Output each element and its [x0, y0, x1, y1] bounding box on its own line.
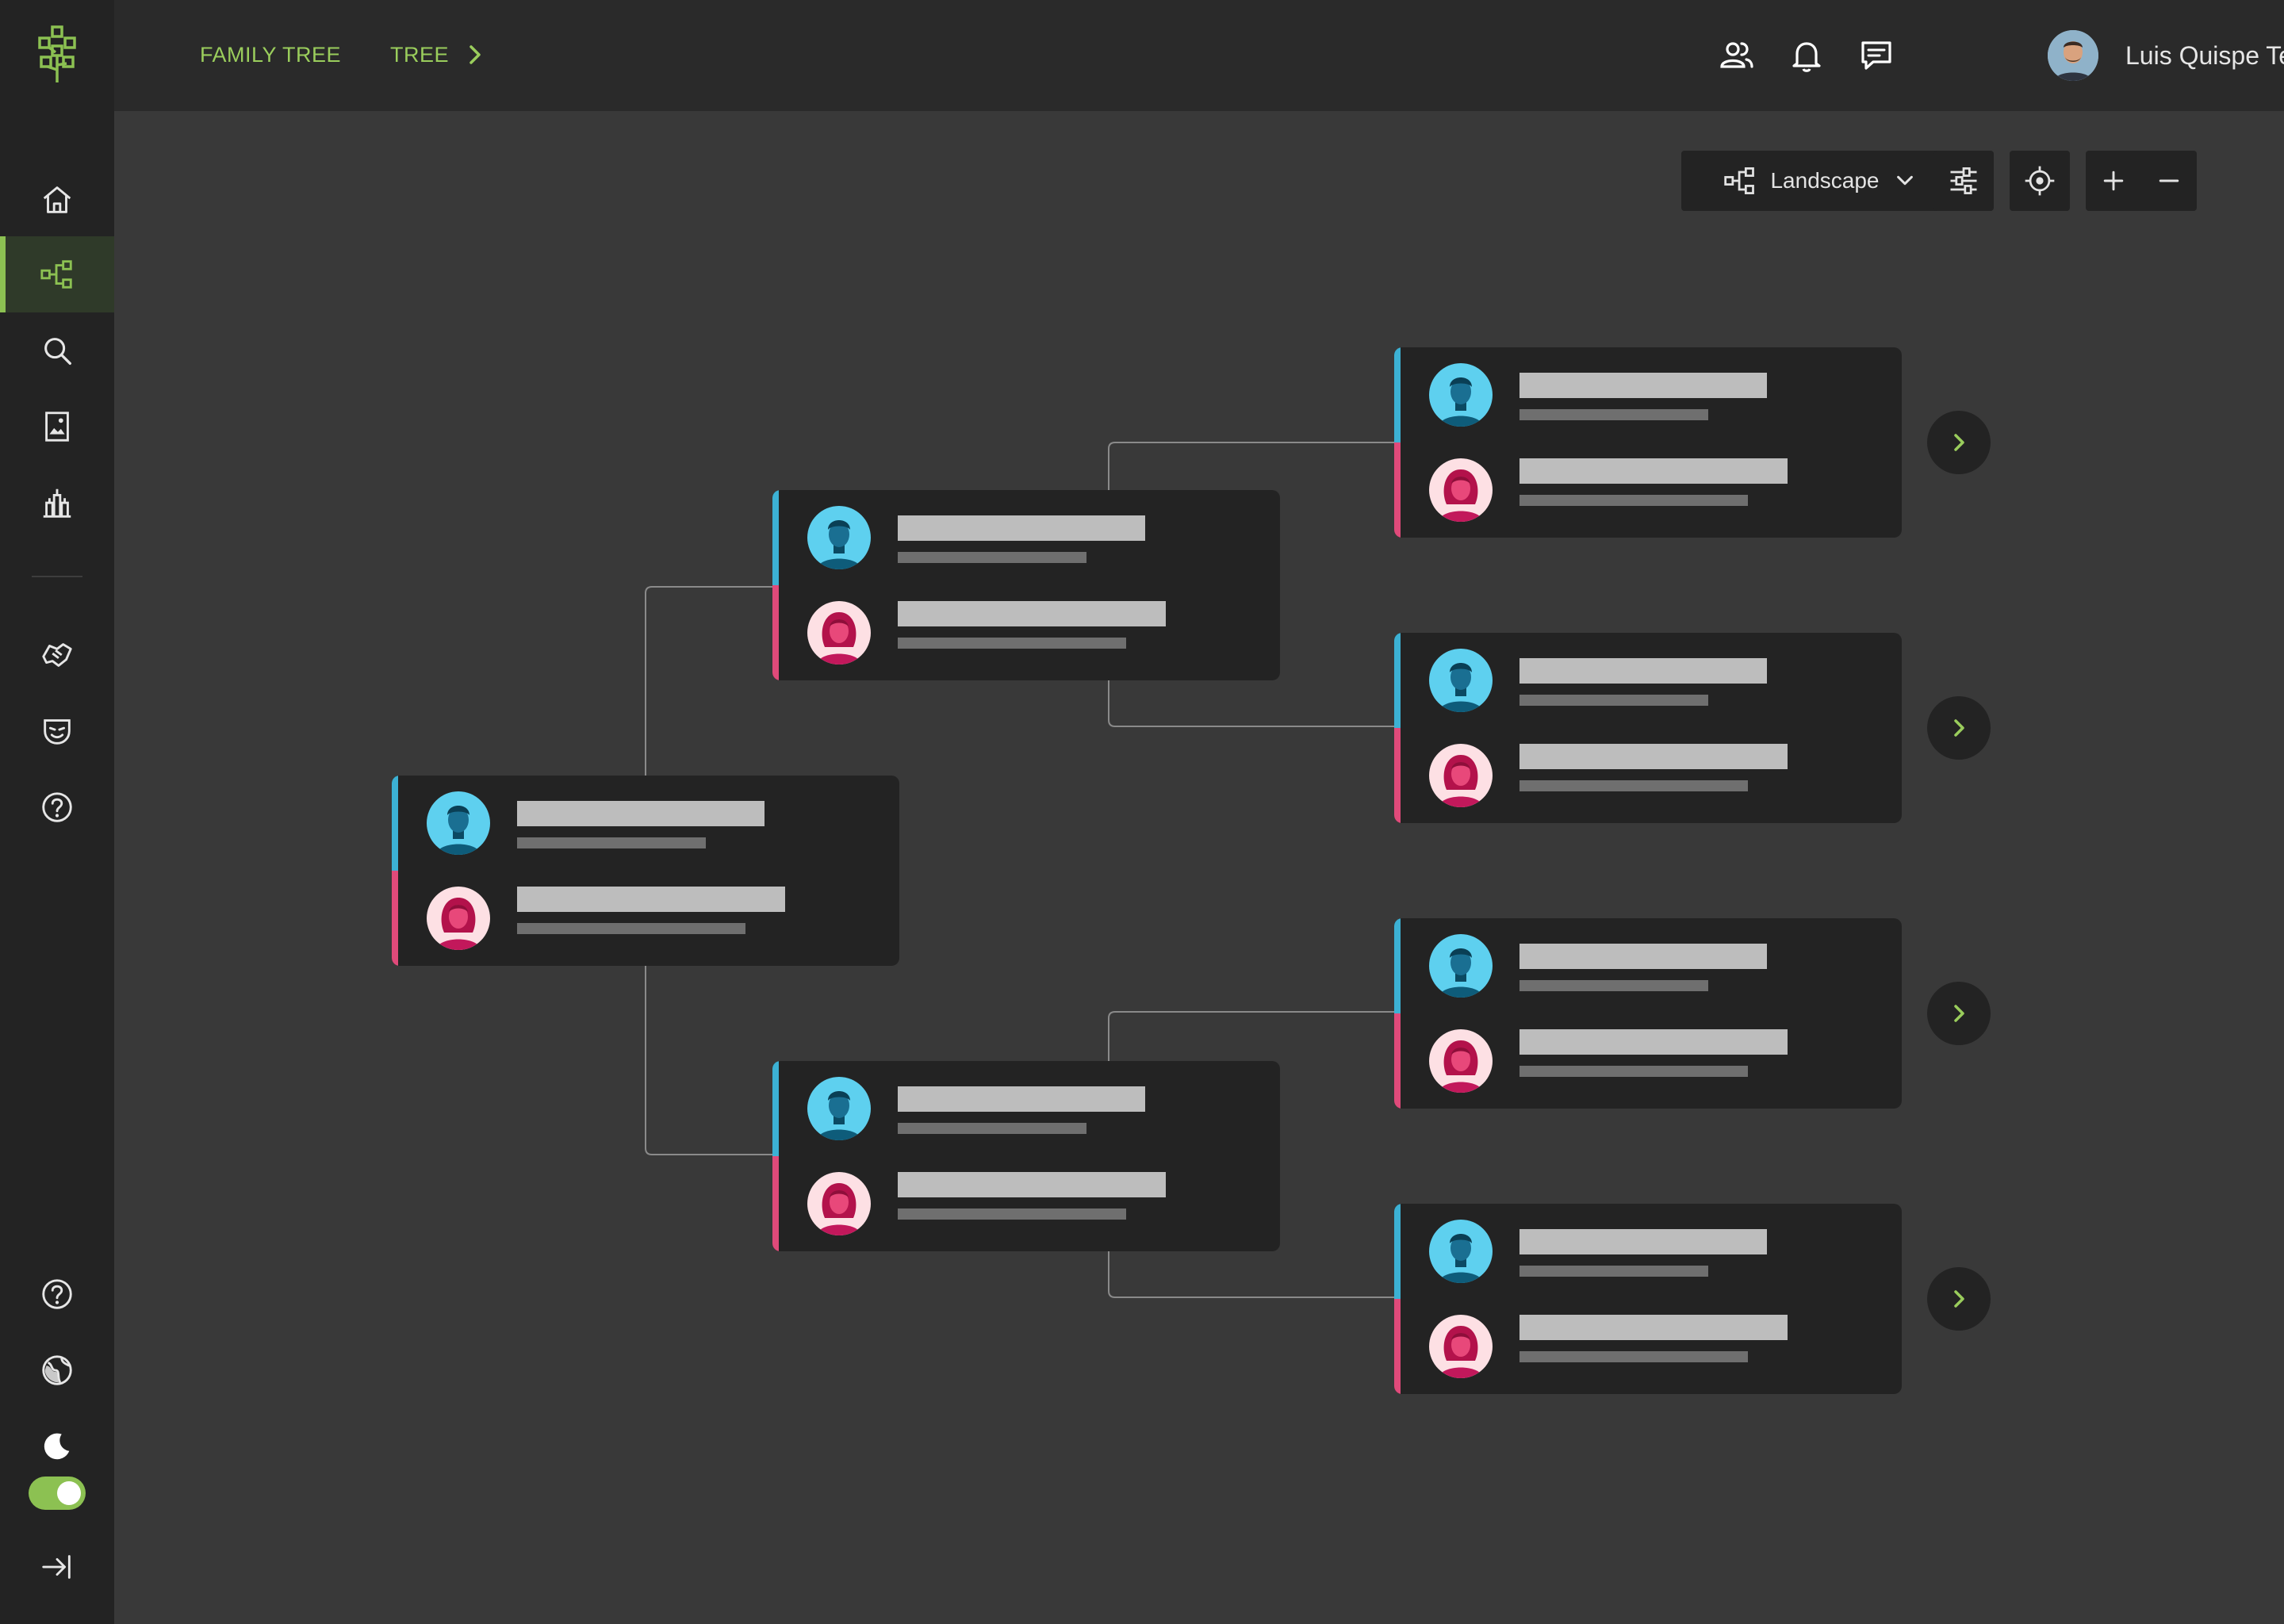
chevron-right-icon: [1954, 1005, 1964, 1022]
name-placeholder: [517, 801, 765, 826]
dates-placeholder: [1519, 409, 1708, 420]
chevron-right-icon: [1954, 719, 1964, 737]
female-avatar-icon: [807, 1172, 871, 1235]
female-avatar-icon: [427, 887, 490, 950]
male-avatar-icon: [807, 506, 871, 569]
person-row-female[interactable]: [1394, 1299, 1902, 1394]
person-row-male[interactable]: [1394, 633, 1902, 728]
name-placeholder: [1519, 658, 1767, 684]
female-avatar-icon: [1429, 458, 1493, 522]
dates-placeholder: [1519, 1351, 1748, 1362]
person-row-male[interactable]: [1394, 918, 1902, 1013]
tree-connectors: [645, 442, 1396, 1298]
male-avatar-icon: [1429, 363, 1493, 427]
person-row-female[interactable]: [1394, 442, 1902, 538]
expand-generation-button[interactable]: [1927, 1267, 1991, 1331]
person-row-male[interactable]: [392, 776, 899, 871]
person-row-female[interactable]: [1394, 728, 1902, 823]
name-placeholder: [1519, 1229, 1767, 1254]
couple-card[interactable]: [1394, 633, 1902, 823]
couple-card[interactable]: [772, 490, 1280, 680]
couple-card[interactable]: [1394, 1204, 1902, 1394]
female-avatar-icon: [807, 601, 871, 665]
dates-placeholder: [898, 1208, 1126, 1220]
person-row-female[interactable]: [772, 1156, 1280, 1251]
name-placeholder: [517, 887, 785, 912]
female-avatar-icon: [1429, 1029, 1493, 1093]
name-placeholder: [1519, 744, 1788, 769]
name-placeholder: [898, 601, 1166, 626]
dates-placeholder: [1519, 780, 1748, 791]
male-avatar-icon: [427, 791, 490, 855]
dates-placeholder: [1519, 695, 1708, 706]
name-placeholder: [1519, 458, 1788, 484]
dates-placeholder: [1519, 1066, 1748, 1077]
dates-placeholder: [898, 1123, 1086, 1134]
name-placeholder: [898, 515, 1145, 541]
dates-placeholder: [898, 552, 1086, 563]
female-avatar-icon: [1429, 1315, 1493, 1378]
name-placeholder: [898, 1172, 1166, 1197]
couple-card[interactable]: [1394, 347, 1902, 538]
person-row-male[interactable]: [1394, 1204, 1902, 1299]
name-placeholder: [898, 1086, 1145, 1112]
female-avatar-icon: [1429, 744, 1493, 807]
dates-placeholder: [1519, 495, 1748, 506]
person-row-male[interactable]: [772, 1061, 1280, 1156]
dates-placeholder: [517, 923, 745, 934]
name-placeholder: [1519, 373, 1767, 398]
male-avatar-icon: [1429, 934, 1493, 998]
expand-generation-button[interactable]: [1927, 982, 1991, 1045]
name-placeholder: [1519, 1315, 1788, 1340]
male-avatar-icon: [1429, 1220, 1493, 1283]
person-row-female[interactable]: [772, 585, 1280, 680]
dates-placeholder: [1519, 1266, 1708, 1277]
expand-generation-button[interactable]: [1927, 411, 1991, 474]
dates-placeholder: [517, 837, 706, 848]
name-placeholder: [1519, 1029, 1788, 1055]
dates-placeholder: [898, 638, 1126, 649]
couple-card[interactable]: [772, 1061, 1280, 1251]
person-row-male[interactable]: [1394, 347, 1902, 442]
dates-placeholder: [1519, 980, 1708, 991]
male-avatar-icon: [1429, 649, 1493, 712]
male-avatar-icon: [807, 1077, 871, 1140]
expand-generation-button[interactable]: [1927, 696, 1991, 760]
person-row-female[interactable]: [392, 871, 899, 966]
person-row-male[interactable]: [772, 490, 1280, 585]
person-row-female[interactable]: [1394, 1013, 1902, 1109]
couple-card[interactable]: [1394, 918, 1902, 1109]
chevron-right-icon: [1954, 1290, 1964, 1308]
chevron-right-icon: [1954, 434, 1964, 451]
couple-card[interactable]: [392, 776, 899, 966]
name-placeholder: [1519, 944, 1767, 969]
